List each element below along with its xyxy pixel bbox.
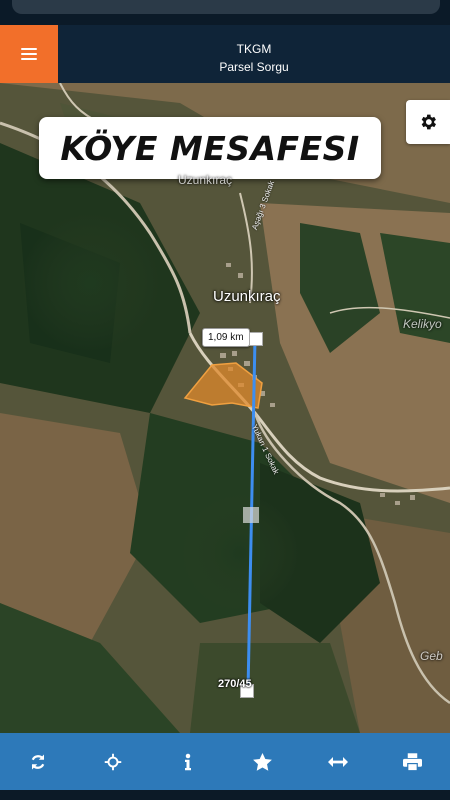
crosshair-icon xyxy=(104,753,121,770)
locate-button[interactable] xyxy=(93,742,133,782)
hamburger-icon xyxy=(21,48,37,60)
village-label: Uzunkıraç xyxy=(213,288,281,305)
distance-tooltip: 1,09 km xyxy=(202,328,250,347)
info-icon xyxy=(184,753,191,770)
app-header: TKGM Parsel Sorgu xyxy=(0,25,450,83)
neighbor-village-label-2: Geb xyxy=(420,649,443,663)
favorite-button[interactable] xyxy=(243,742,283,782)
bottom-toolbar xyxy=(0,733,450,790)
measure-button[interactable] xyxy=(318,742,358,782)
banner-text: KÖYE MESAFESI xyxy=(60,128,360,168)
info-button[interactable] xyxy=(168,742,208,782)
measure-mid-handle[interactable] xyxy=(243,507,259,523)
arrows-horizontal-icon xyxy=(327,756,348,767)
app-title-line2: Parsel Sorgu xyxy=(219,60,289,74)
refresh-icon xyxy=(31,754,44,769)
star-icon xyxy=(253,752,272,771)
url-field[interactable] xyxy=(12,0,440,14)
bottom-strip xyxy=(0,790,450,800)
village-label-faded: Uzunkıraç xyxy=(178,173,233,187)
print-icon xyxy=(403,752,422,771)
app-title: TKGM Parsel Sorgu xyxy=(58,40,450,76)
title-banner: KÖYE MESAFESI xyxy=(39,117,381,179)
browser-bar xyxy=(0,0,450,25)
measure-start-handle[interactable] xyxy=(249,332,263,346)
refresh-button[interactable] xyxy=(18,742,58,782)
gear-icon xyxy=(421,114,436,130)
app-title-line1: TKGM xyxy=(236,42,272,56)
parcel-number-label: 270/45 xyxy=(218,678,252,690)
menu-button[interactable] xyxy=(0,25,58,83)
neighbor-village-label: Kelikyo xyxy=(403,317,442,331)
map-settings-button[interactable] xyxy=(406,100,450,144)
print-button[interactable] xyxy=(393,742,433,782)
satellite-map[interactable]: KÖYE MESAFESI Uzunkıraç Uzunkıraç Keliky… xyxy=(0,83,450,733)
